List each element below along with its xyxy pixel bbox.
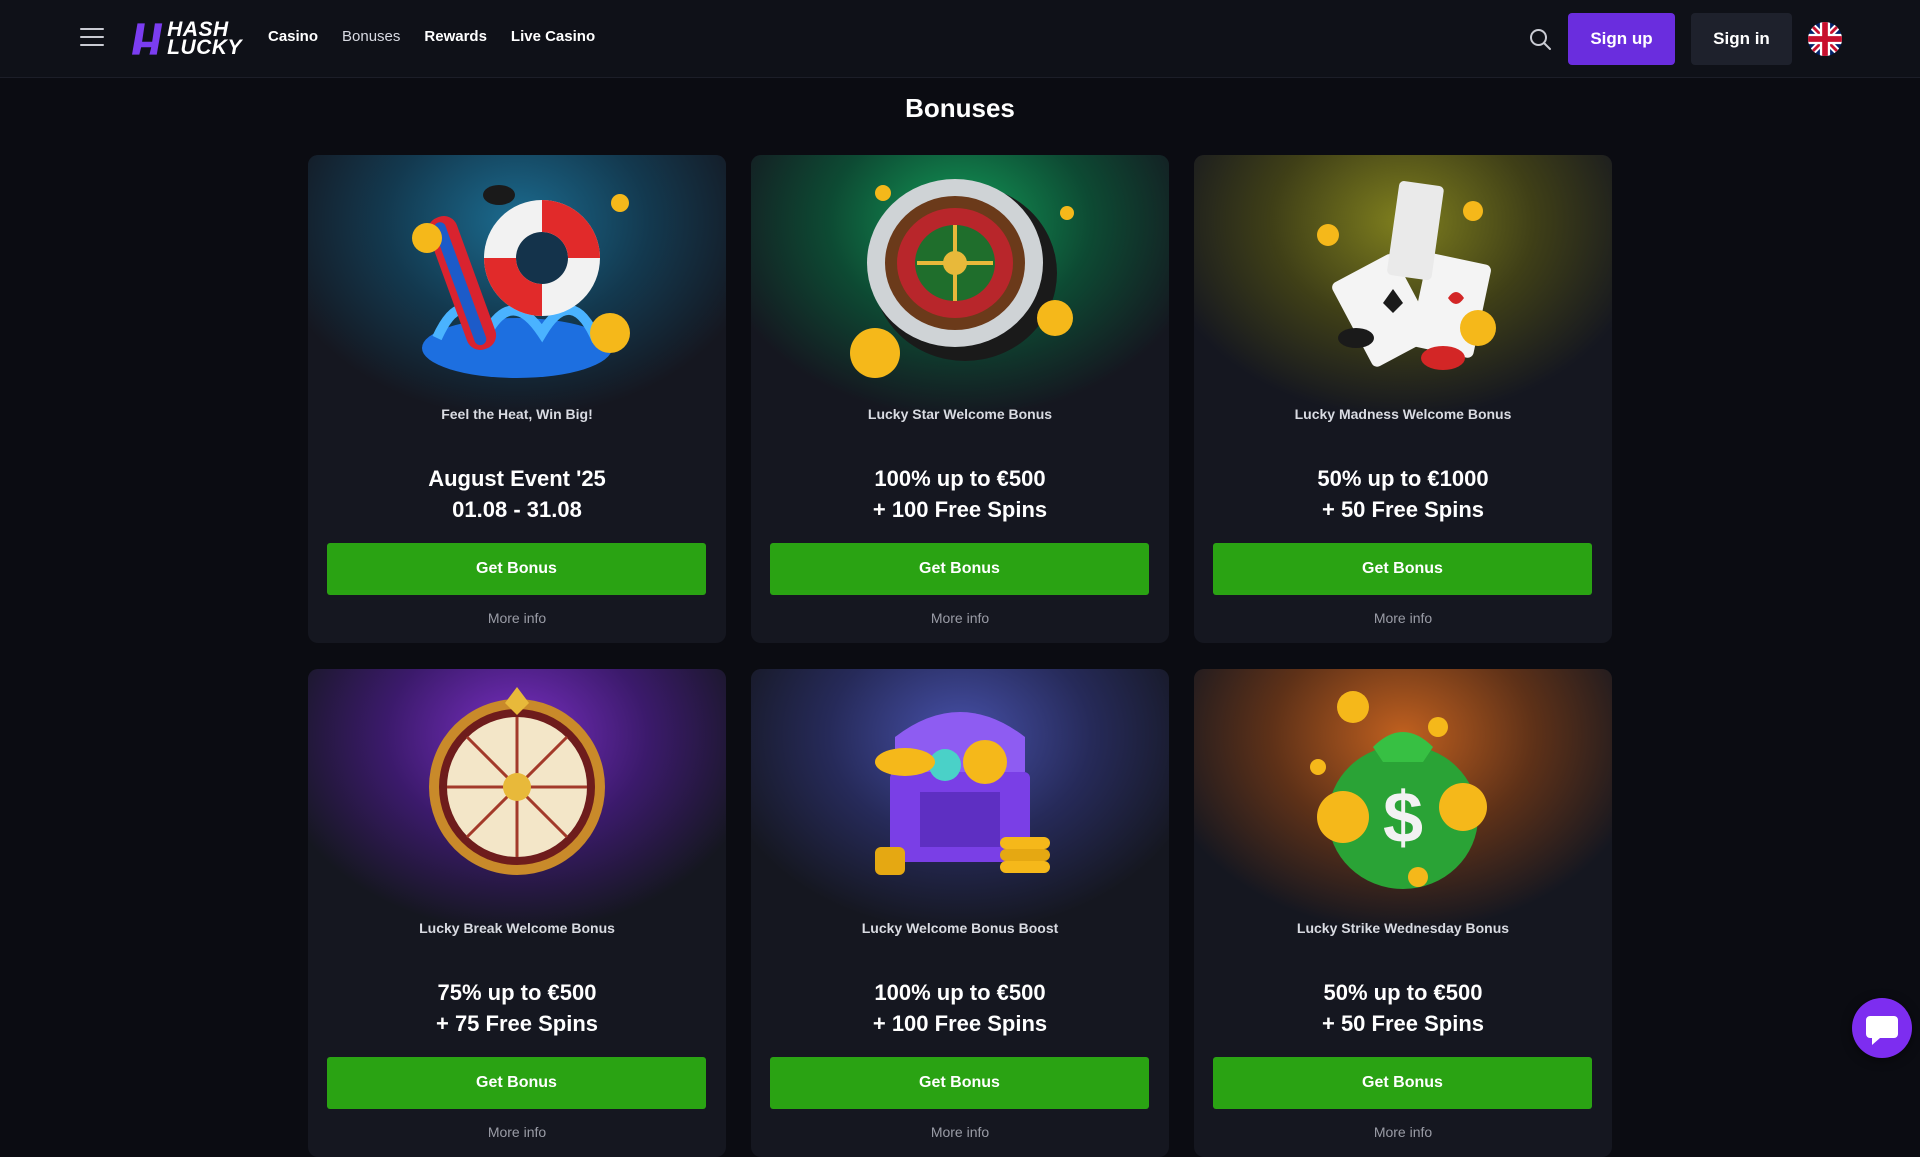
card-offer: August Event '25 01.08 - 31.08	[308, 463, 726, 525]
card-offer: 100% up to €500 + 100 Free Spins	[751, 977, 1169, 1039]
more-info-link[interactable]: More info	[1194, 1124, 1612, 1140]
nav-casino[interactable]: Casino	[268, 28, 318, 45]
offer-line-1: 100% up to €500	[874, 466, 1046, 491]
bonus-card: Lucky Madness Welcome Bonus 50% up to €1…	[1194, 155, 1612, 643]
fortune-wheel-icon	[429, 687, 605, 875]
more-info-link[interactable]: More info	[308, 610, 726, 626]
card-offer: 50% up to €500 + 50 Free Spins	[1194, 977, 1612, 1039]
offer-line-2: + 100 Free Spins	[872, 497, 1048, 522]
more-info-link[interactable]: More info	[751, 1124, 1169, 1140]
offer-line-2: + 100 Free Spins	[872, 1011, 1048, 1036]
more-info-link[interactable]: More info	[1194, 610, 1612, 626]
treasure-chest-icon	[875, 712, 1050, 875]
card-subtitle: Lucky Star Welcome Bonus	[867, 406, 1053, 422]
card-offer: 75% up to €500 + 75 Free Spins	[308, 977, 726, 1039]
bonus-card: Feel the Heat, Win Big! August Event '25…	[308, 155, 726, 643]
bonus-card: Lucky Break Welcome Bonus 75% up to €500…	[308, 669, 726, 1157]
logo-text-lucky: LUCKY	[167, 36, 242, 59]
offer-line-2: + 50 Free Spins	[1321, 497, 1485, 522]
nav-rewards[interactable]: Rewards	[424, 28, 487, 45]
search-icon[interactable]	[1528, 27, 1552, 51]
chat-button[interactable]	[1852, 998, 1912, 1058]
card-subtitle: Lucky Madness Welcome Bonus	[1294, 406, 1512, 422]
svg-text:$: $	[1383, 778, 1423, 858]
get-bonus-button[interactable]: Get Bonus	[1213, 543, 1592, 595]
get-bonus-button[interactable]: Get Bonus	[327, 1057, 706, 1109]
main-nav: Casino Bonuses Rewards Live Casino	[268, 28, 595, 45]
offer-line-1: 50% up to €500	[1323, 980, 1483, 1005]
card-offer: 50% up to €1000 + 50 Free Spins	[1194, 463, 1612, 525]
more-info-link[interactable]: More info	[751, 610, 1169, 626]
money-bag-icon: $	[1310, 691, 1487, 889]
offer-line-2: 01.08 - 31.08	[452, 497, 582, 522]
card-subtitle: Lucky Welcome Bonus Boost	[861, 920, 1059, 936]
card-offer: 100% up to €500 + 100 Free Spins	[751, 463, 1169, 525]
bonus-card: Lucky Welcome Bonus Boost 100% up to €50…	[751, 669, 1169, 1157]
offer-line-1: 50% up to €1000	[1317, 466, 1489, 491]
offer-line-1: 75% up to €500	[437, 980, 597, 1005]
site-logo[interactable]: HASH LUCKY	[132, 18, 242, 60]
page-title: Bonuses	[905, 93, 1015, 123]
more-info-link[interactable]: More info	[308, 1124, 726, 1140]
chat-icon	[1866, 1016, 1898, 1045]
top-header: HASH LUCKY Casino Bonuses Rewards Live C…	[0, 0, 1920, 78]
offer-line-1: August Event '25	[428, 466, 606, 491]
get-bonus-button[interactable]: Get Bonus	[327, 543, 706, 595]
nav-bonuses[interactable]: Bonuses	[342, 28, 400, 45]
bonus-card: $ Lucky Strike Wednesday Bonus 50% up to…	[1194, 669, 1612, 1157]
beach-ring-icon	[412, 185, 630, 378]
card-subtitle: Feel the Heat, Win Big!	[441, 406, 593, 422]
roulette-icon	[850, 179, 1074, 378]
playing-cards-icon	[1317, 181, 1496, 370]
offer-line-2: + 50 Free Spins	[1321, 1011, 1485, 1036]
signup-button[interactable]: Sign up	[1568, 13, 1675, 65]
menu-icon[interactable]	[80, 28, 104, 48]
get-bonus-button[interactable]: Get Bonus	[1213, 1057, 1592, 1109]
offer-line-1: 100% up to €500	[874, 980, 1046, 1005]
uk-flag-icon[interactable]	[1808, 22, 1842, 56]
get-bonus-button[interactable]: Get Bonus	[770, 1057, 1149, 1109]
signin-button[interactable]: Sign in	[1691, 13, 1792, 65]
card-subtitle: Lucky Strike Wednesday Bonus	[1296, 920, 1510, 936]
bonus-grid: Feel the Heat, Win Big! August Event '25…	[308, 155, 1613, 1157]
logo-mark-icon	[132, 23, 163, 55]
bonus-card: Lucky Star Welcome Bonus 100% up to €500…	[751, 155, 1169, 643]
get-bonus-button[interactable]: Get Bonus	[770, 543, 1149, 595]
card-subtitle: Lucky Break Welcome Bonus	[419, 920, 615, 936]
nav-live-casino[interactable]: Live Casino	[511, 28, 595, 45]
offer-line-2: + 75 Free Spins	[435, 1011, 599, 1036]
